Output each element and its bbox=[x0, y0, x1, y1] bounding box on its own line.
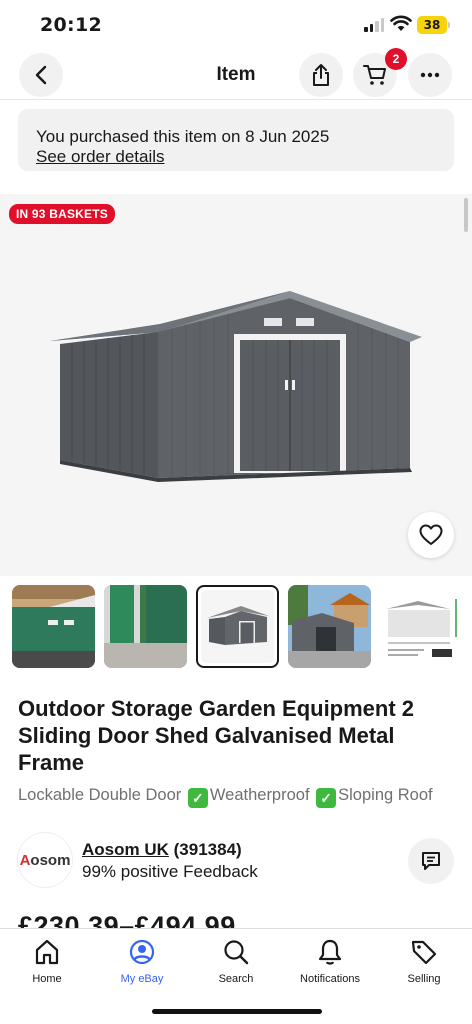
seller-feedback: 99% positive Feedback bbox=[82, 862, 258, 881]
tab-my-ebay[interactable]: My eBay bbox=[102, 937, 182, 985]
subtitle-feature-2: Weatherproof bbox=[209, 786, 310, 804]
more-icon bbox=[420, 72, 440, 78]
purchase-banner: You purchased this item on 8 Jun 2025 Se… bbox=[18, 109, 454, 171]
thumbnail-image-dimensions[interactable] bbox=[380, 585, 463, 668]
tab-home[interactable]: Home bbox=[7, 937, 87, 985]
tab-selling[interactable]: Selling bbox=[384, 937, 464, 985]
seller-score: (391384) bbox=[173, 840, 242, 859]
scrollbar[interactable] bbox=[464, 198, 468, 232]
signal-icon bbox=[364, 18, 384, 32]
status-bar: 20:12 38 bbox=[0, 0, 472, 52]
heart-icon bbox=[419, 524, 443, 545]
thumbnail-image-grey-shed[interactable] bbox=[196, 585, 279, 668]
contact-seller-button[interactable] bbox=[408, 838, 454, 884]
seller-name-link[interactable]: Aosom UK bbox=[82, 840, 169, 859]
product-subtitle: Lockable Double Door ✓ Weatherproof ✓ Slop… bbox=[18, 786, 468, 808]
status-time: 20:12 bbox=[40, 14, 102, 36]
checkmark-icon: ✓ bbox=[316, 788, 337, 808]
more-options-button[interactable] bbox=[408, 53, 452, 97]
thumbnail-image-door-detail[interactable] bbox=[104, 585, 187, 668]
subtitle-feature-1: Lockable Double Door bbox=[18, 786, 182, 804]
seller-logo[interactable]: Aosom bbox=[18, 833, 72, 887]
thumbnail-image-garden-shed[interactable] bbox=[288, 585, 371, 668]
person-icon bbox=[129, 939, 155, 965]
seller-info[interactable]: Aosom UK (391384) bbox=[82, 840, 242, 860]
cart-icon bbox=[363, 65, 386, 85]
share-button[interactable] bbox=[299, 53, 343, 97]
purchase-date-text: You purchased this item on 8 Jun 2025 bbox=[36, 127, 330, 146]
checkmark-icon: ✓ bbox=[187, 788, 208, 808]
baskets-badge: IN 93 BASKETS bbox=[9, 204, 115, 224]
share-icon bbox=[313, 64, 329, 86]
battery-icon: 38 bbox=[417, 16, 450, 34]
nav-header: Item 2 bbox=[0, 48, 472, 100]
subtitle-feature-3: Sloping Roof bbox=[338, 786, 433, 804]
watchlist-button[interactable] bbox=[408, 512, 454, 558]
home-indicator[interactable] bbox=[152, 1009, 322, 1014]
thumbnail-strip bbox=[12, 585, 472, 668]
product-image[interactable]: IN 93 BASKETS bbox=[0, 194, 472, 576]
shed-image bbox=[50, 291, 422, 482]
product-title: Outdoor Storage Garden Equipment 2 Slidi… bbox=[18, 696, 415, 775]
cart-count-badge: 2 bbox=[385, 48, 407, 70]
tab-search[interactable]: Search bbox=[196, 937, 276, 985]
thumbnail-image-green-shed[interactable] bbox=[12, 585, 95, 668]
see-order-details-link[interactable]: See order details bbox=[36, 147, 165, 167]
message-icon bbox=[422, 852, 440, 870]
bell-icon bbox=[318, 939, 342, 965]
tag-icon bbox=[411, 940, 437, 965]
wifi-icon bbox=[390, 15, 412, 31]
search-icon bbox=[224, 940, 249, 965]
home-icon bbox=[35, 939, 59, 965]
tab-notifications[interactable]: Notifications bbox=[290, 937, 370, 985]
